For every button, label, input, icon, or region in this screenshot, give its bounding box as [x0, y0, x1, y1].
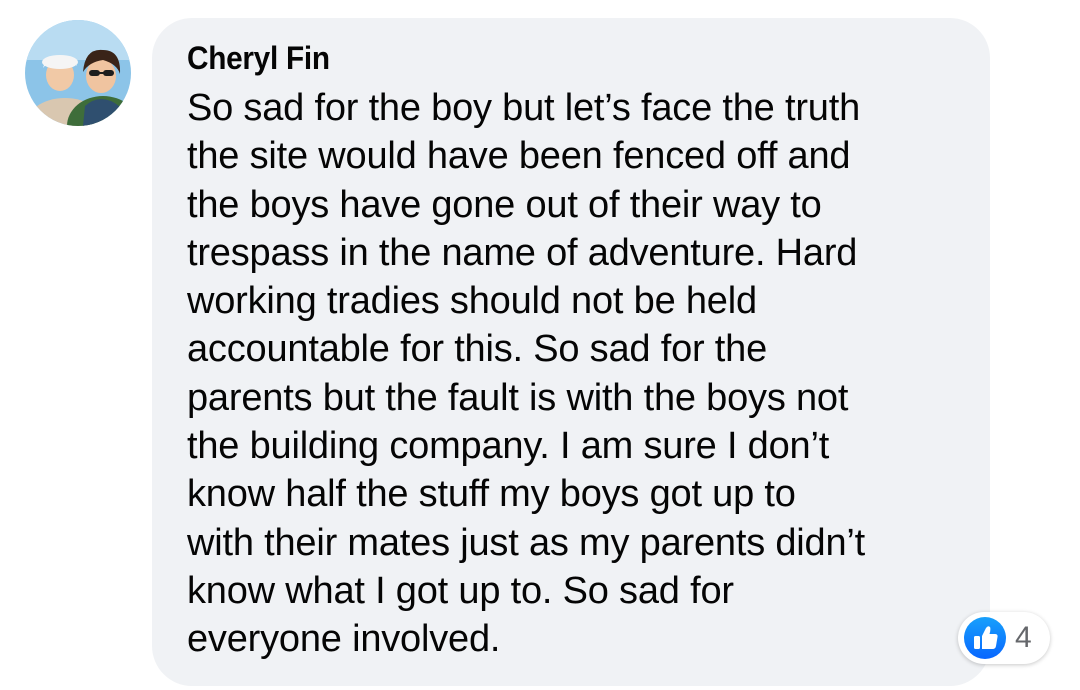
reaction-summary[interactable]: 4 [958, 612, 1050, 664]
avatar-photo [25, 20, 131, 126]
comment-author-name[interactable]: Cheryl Fin [187, 38, 902, 78]
like-icon [964, 617, 1006, 659]
comment-text: So sad for the boy but let’s face the tr… [187, 87, 865, 661]
reaction-count: 4 [1015, 621, 1032, 654]
avatar[interactable] [25, 20, 131, 126]
comment-bubble: Cheryl Fin So sad for the boy but let’s … [152, 18, 990, 686]
